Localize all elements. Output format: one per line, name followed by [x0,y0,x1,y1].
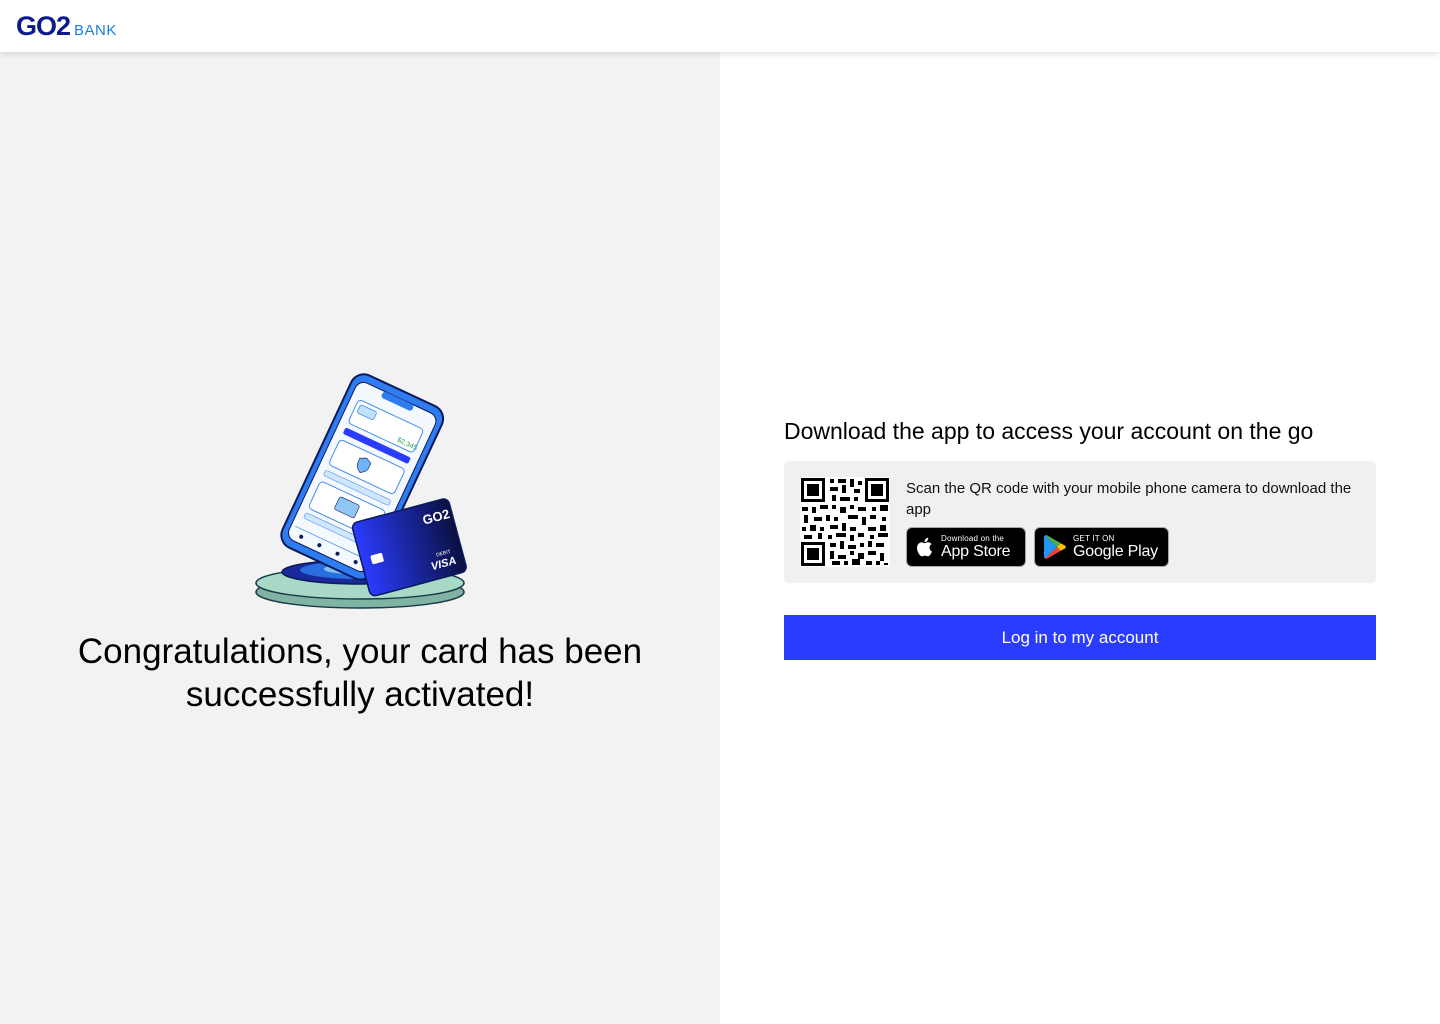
congrats-line-1: Congratulations, your card has been [77,632,643,671]
activation-success-heading: Congratulations, your card has been succ… [40,630,680,716]
qr-code [800,477,890,567]
congrats-line-2: successfully activated! [185,675,535,714]
download-panel: Download the app to access your account … [720,52,1440,1024]
log-in-button[interactable]: Log in to my account [784,615,1376,660]
activation-panel: $2,345 GO2 DEBIT VISA Congratulations, y… [0,52,720,1024]
top-header: GO2 BANK [0,0,1440,52]
go2bank-logo[interactable]: GO2 BANK [16,12,117,40]
logo-bank-text: BANK [74,22,117,39]
logo-go2-text: GO2 [16,11,71,41]
download-app-heading: Download the app to access your account … [784,418,1314,444]
google-play-label: Google Play [1073,542,1158,560]
google-play-icon [1044,535,1066,559]
google-play-small-label: GET IT ON [1073,533,1115,543]
app-store-small-label: Download on the [941,533,1005,543]
google-play-button[interactable]: GET IT ON Google Play [1034,527,1169,567]
qr-instruction-text: Scan the QR code with your mobile phone … [906,480,1352,518]
phone-and-card-illustration: $2,345 GO2 DEBIT VISA [255,373,467,609]
qr-download-box: Scan the QR code with your mobile phone … [784,461,1376,583]
apple-icon [917,537,932,557]
app-store-button[interactable]: Download on the App Store [906,527,1026,567]
app-store-label: App Store [941,542,1011,560]
